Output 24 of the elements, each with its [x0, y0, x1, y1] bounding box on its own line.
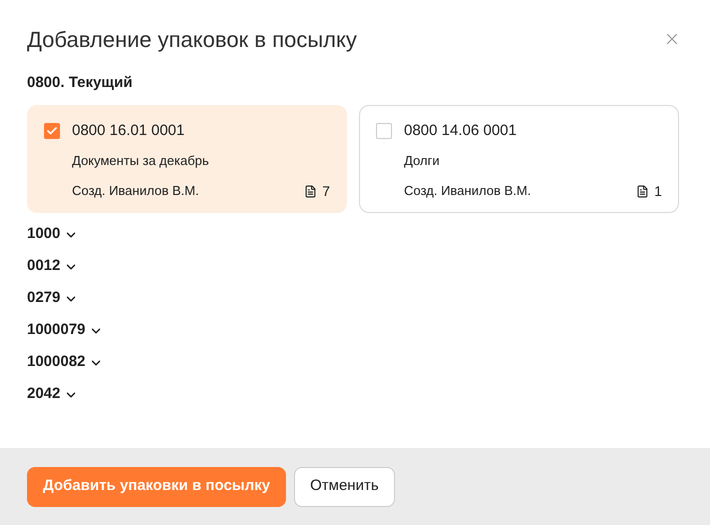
checkbox[interactable] [376, 122, 392, 139]
group-toggle[interactable]: 0012 [27, 256, 78, 276]
document-count: 7 [322, 182, 330, 200]
cancel-button[interactable]: Отменить [294, 466, 395, 506]
group-toggle[interactable]: 1000079 [27, 320, 104, 340]
document-icon [636, 184, 650, 198]
checkbox[interactable] [44, 122, 60, 139]
package-description: Документы за декабрь [72, 152, 210, 170]
document-icon [304, 184, 318, 198]
group-toggle[interactable]: 1000 [27, 224, 78, 244]
package-card[interactable]: 0800 16.01 0001 Документы за декабрь Созд. Иванилов В.М. 7 [27, 104, 347, 212]
dialog-title: Добавление упаковок в посылку [27, 26, 357, 54]
package-code: 0800 16.01 0001 [72, 120, 185, 140]
package-author: Созд. Иванилов В.М. [72, 182, 199, 200]
document-count: 1 [654, 182, 662, 200]
package-card[interactable]: 0800 14.06 0001 Долги Созд. Иванилов В.М. 1 [359, 104, 679, 212]
check-icon [46, 124, 58, 137]
group-toggle[interactable]: 2042 [27, 384, 78, 404]
group-toggle[interactable]: 1000082 [27, 352, 104, 372]
group-heading: 0800. Текущий [27, 73, 134, 93]
package-code: 0800 14.06 0001 [404, 120, 517, 140]
group-toggle[interactable]: 0279 [27, 288, 78, 308]
package-author: Созд. Иванилов В.М. [404, 182, 531, 200]
package-description: Долги [404, 152, 440, 170]
